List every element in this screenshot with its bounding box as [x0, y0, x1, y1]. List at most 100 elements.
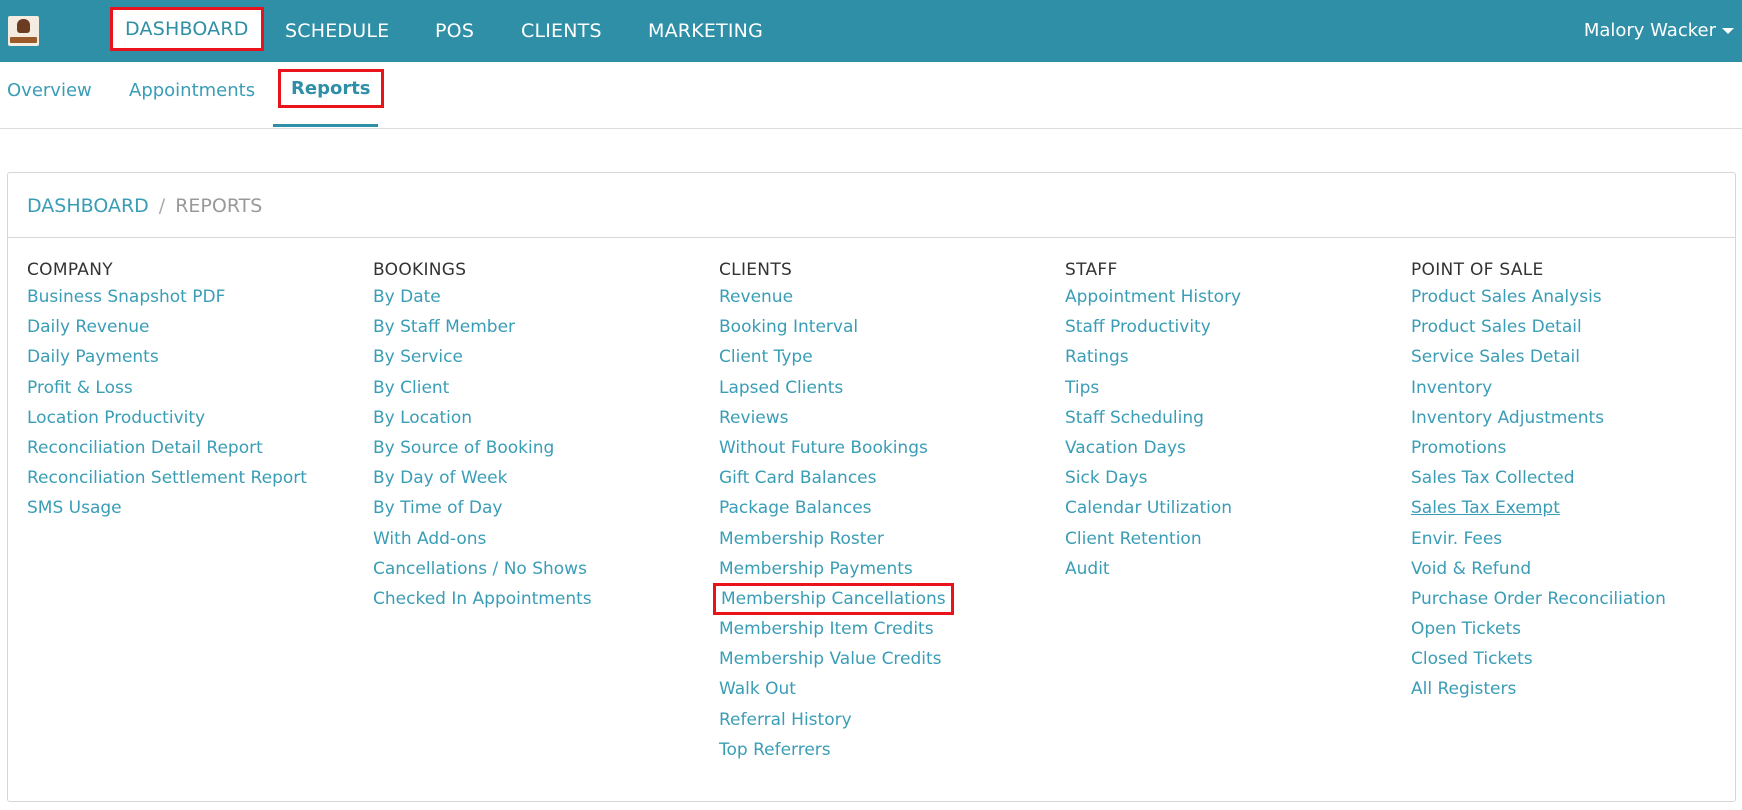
report-link-label: Membership Value Credits: [719, 649, 942, 670]
report-link[interactable]: Membership Roster: [719, 524, 1049, 554]
report-link[interactable]: By Date: [373, 282, 703, 312]
report-link[interactable]: Top Referrers: [719, 735, 1049, 765]
report-link[interactable]: Referral History: [719, 705, 1049, 735]
report-link-list: Product Sales Analysis Product Sales Deta…: [1411, 282, 1741, 705]
logo-wordmark: [10, 37, 37, 43]
breadcrumb-dashboard[interactable]: DASHBOARD: [27, 195, 149, 217]
report-link-label: Without Future Bookings: [719, 437, 928, 458]
report-link[interactable]: Client Retention: [1065, 524, 1395, 554]
nav-marketing[interactable]: MARKETING: [648, 0, 763, 62]
report-link[interactable]: Without Future Bookings: [719, 433, 1049, 463]
report-link[interactable]: Cancellations / No Shows: [373, 554, 703, 584]
report-link-label: Sick Days: [1065, 468, 1148, 489]
report-link[interactable]: Staff Scheduling: [1065, 403, 1395, 433]
report-link-label: By Location: [373, 407, 473, 428]
tab-appointments[interactable]: Appointments: [129, 80, 255, 101]
nav-schedule[interactable]: SCHEDULE: [285, 0, 389, 62]
tab-overview[interactable]: Overview: [7, 80, 92, 101]
report-link[interactable]: Calendar Utilization: [1065, 493, 1395, 523]
report-link[interactable]: By Staff Member: [373, 312, 703, 342]
user-menu[interactable]: Malory Wacker: [1584, 0, 1734, 62]
report-link[interactable]: Purchase Order Reconciliation: [1411, 584, 1741, 614]
report-link-label: By Time of Day: [373, 498, 503, 519]
report-link[interactable]: Service Sales Detail: [1411, 342, 1741, 372]
report-link[interactable]: Open Tickets: [1411, 614, 1741, 644]
report-link[interactable]: Profit & Loss: [27, 373, 357, 403]
report-link[interactable]: Membership Item Credits: [719, 614, 1049, 644]
report-link[interactable]: With Add-ons: [373, 524, 703, 554]
report-link[interactable]: By Location: [373, 403, 703, 433]
report-link[interactable]: Reconciliation Detail Report: [27, 433, 357, 463]
report-link[interactable]: Inventory Adjustments: [1411, 403, 1741, 433]
report-link[interactable]: By Service: [373, 342, 703, 372]
report-link[interactable]: Reconciliation Settlement Report: [27, 463, 357, 493]
nav-dashboard[interactable]: DASHBOARD: [110, 7, 264, 51]
report-link[interactable]: Inventory: [1411, 373, 1741, 403]
report-link[interactable]: Business Snapshot PDF: [27, 282, 357, 312]
report-link[interactable]: Ratings: [1065, 342, 1395, 372]
report-link[interactable]: Reviews: [719, 403, 1049, 433]
report-link[interactable]: Envir. Fees: [1411, 524, 1741, 554]
report-link-label: SMS Usage: [27, 498, 122, 519]
report-link-label: Cancellations / No Shows: [373, 558, 587, 579]
column-heading: STAFF: [1065, 260, 1118, 280]
report-link[interactable]: Package Balances: [719, 493, 1049, 523]
report-link-label: Walk Out: [719, 679, 796, 700]
report-link-label: By Source of Booking: [373, 437, 555, 458]
report-link[interactable]: Tips: [1065, 373, 1395, 403]
report-link[interactable]: Lapsed Clients: [719, 373, 1049, 403]
report-link-label: Product Sales Detail: [1411, 317, 1582, 338]
report-link-label: Purchase Order Reconciliation: [1411, 588, 1666, 609]
report-link-label: Closed Tickets: [1411, 649, 1533, 670]
report-link[interactable]: Closed Tickets: [1411, 644, 1741, 674]
report-link-label: Ratings: [1065, 347, 1129, 368]
report-link-label: Membership Payments: [719, 558, 913, 579]
report-link[interactable]: Walk Out: [719, 674, 1049, 704]
report-link-label: Referral History: [719, 709, 852, 730]
report-link[interactable]: Staff Productivity: [1065, 312, 1395, 342]
nav-clients[interactable]: CLIENTS: [521, 0, 602, 62]
report-link[interactable]: Sales Tax Exempt: [1411, 493, 1741, 523]
report-link[interactable]: By Day of Week: [373, 463, 703, 493]
report-link[interactable]: Client Type: [719, 342, 1049, 372]
breadcrumb: DASHBOARD / REPORTS: [27, 195, 262, 217]
report-link[interactable]: Membership Payments: [719, 554, 1049, 584]
report-link[interactable]: Checked In Appointments: [373, 584, 703, 614]
report-link[interactable]: Booking Interval: [719, 312, 1049, 342]
report-link-label: Membership Cancellations: [713, 582, 954, 615]
report-link[interactable]: Vacation Days: [1065, 433, 1395, 463]
brand-logo[interactable]: [8, 16, 39, 46]
nav-pos[interactable]: POS: [435, 0, 474, 62]
report-link[interactable]: Product Sales Analysis: [1411, 282, 1741, 312]
report-link[interactable]: Revenue: [719, 282, 1049, 312]
report-link[interactable]: Location Productivity: [27, 403, 357, 433]
report-link[interactable]: Membership Cancellations: [713, 582, 1049, 615]
report-link[interactable]: Appointment History: [1065, 282, 1395, 312]
report-link[interactable]: All Registers: [1411, 674, 1741, 704]
report-link[interactable]: SMS Usage: [27, 493, 357, 523]
report-link-list: Appointment History Staff Productivity Rat…: [1065, 282, 1395, 584]
report-link[interactable]: Sick Days: [1065, 463, 1395, 493]
report-link[interactable]: Sales Tax Collected: [1411, 463, 1741, 493]
report-link-list: By Date By Staff Member By Service By Clien…: [373, 282, 703, 614]
report-link[interactable]: Membership Value Credits: [719, 644, 1049, 674]
breadcrumb-reports: REPORTS: [175, 195, 263, 217]
report-link-label: Audit: [1065, 558, 1110, 579]
user-name: Malory Wacker: [1583, 20, 1716, 41]
tab-reports[interactable]: Reports: [278, 69, 384, 108]
report-link-label: Vacation Days: [1065, 437, 1186, 458]
report-link-label: Membership Roster: [719, 528, 884, 549]
logo-figure: [17, 19, 30, 33]
report-link[interactable]: By Client: [373, 373, 703, 403]
report-link[interactable]: Daily Revenue: [27, 312, 357, 342]
report-link[interactable]: Void & Refund: [1411, 554, 1741, 584]
report-link[interactable]: Audit: [1065, 554, 1395, 584]
report-link-label: Location Productivity: [27, 407, 206, 428]
report-link[interactable]: Daily Payments: [27, 342, 357, 372]
top-navigation-bar: DASHBOARD SCHEDULE POS CLIENTS MARKETING…: [0, 0, 1742, 62]
report-link[interactable]: Promotions: [1411, 433, 1741, 463]
report-link[interactable]: Product Sales Detail: [1411, 312, 1741, 342]
report-link[interactable]: Gift Card Balances: [719, 463, 1049, 493]
report-link[interactable]: By Time of Day: [373, 493, 703, 523]
report-link[interactable]: By Source of Booking: [373, 433, 703, 463]
